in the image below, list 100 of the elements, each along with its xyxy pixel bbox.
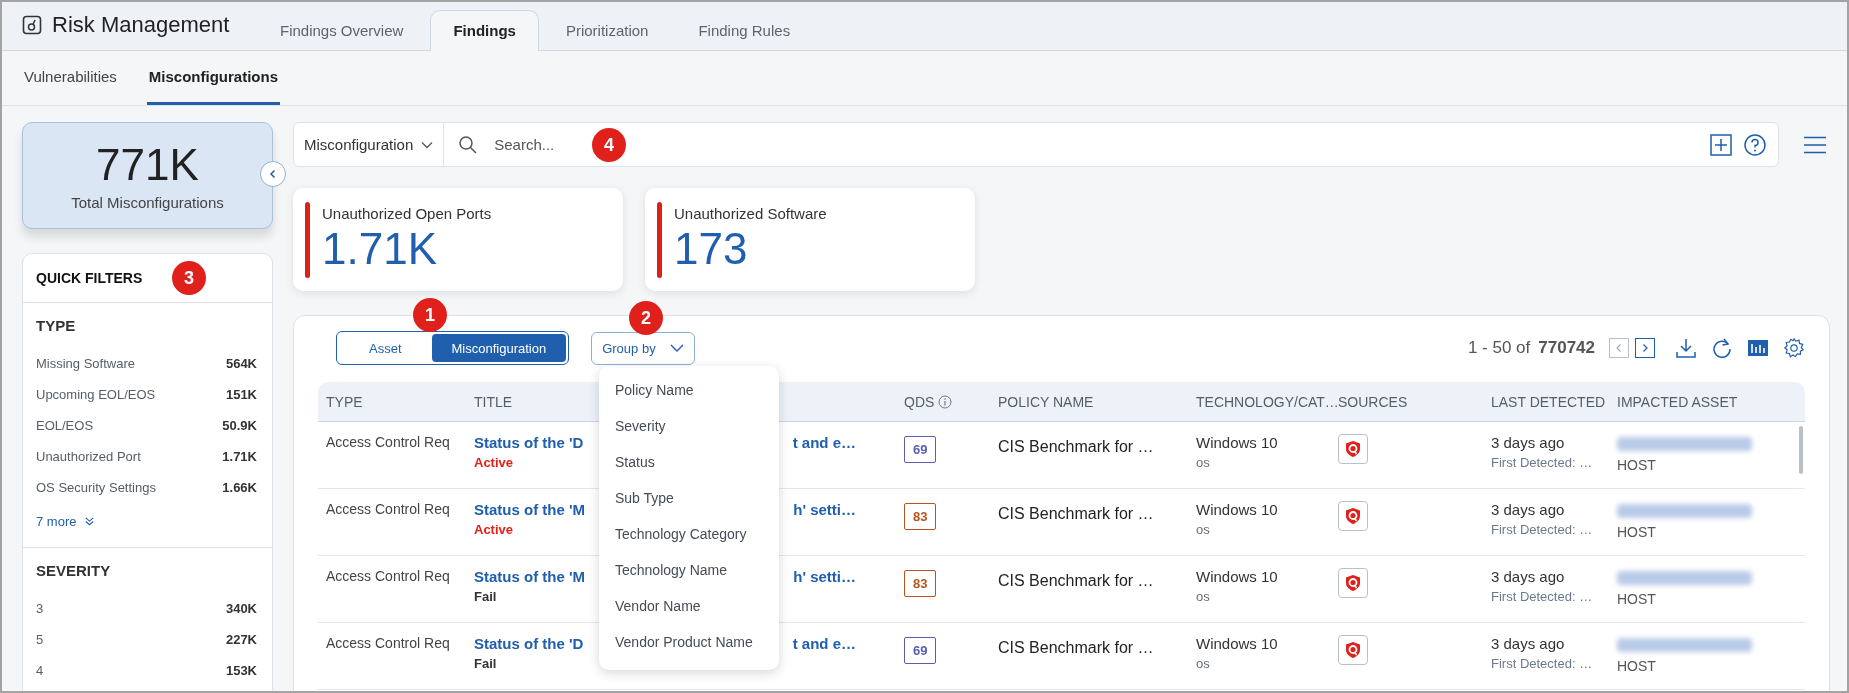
source-badge (1338, 635, 1368, 665)
qds-badge: 83 (904, 503, 937, 530)
filter-count: 1.71K (222, 449, 257, 464)
column-header[interactable]: POLICY NAME (998, 393, 1094, 410)
table-cell-text: Access Control Req (326, 434, 451, 450)
next-page-button[interactable] (1635, 338, 1655, 358)
scrollbar[interactable] (1799, 426, 1803, 474)
filter-count: 564K (225, 356, 257, 371)
technology-name: Windows 10 (1196, 434, 1279, 451)
nav-tab[interactable]: Finding Rules (675, 10, 814, 51)
filter-count: 340K (225, 601, 257, 616)
nav-tab[interactable]: Findings (430, 10, 539, 51)
first-detected: First Detected: … (1491, 522, 1594, 537)
finding-title-link[interactable]: t and e… (792, 434, 856, 451)
menu-item[interactable]: Severity (599, 408, 779, 444)
nav-tab[interactable]: Findings Overview (257, 10, 427, 51)
finding-title-link[interactable]: h' setti… (793, 501, 856, 518)
filter-label[interactable]: 4 (36, 663, 44, 678)
filter-count: 50.9K (222, 418, 257, 433)
filter-label[interactable]: 3 (36, 601, 44, 616)
stat-card[interactable]: Unauthorized Software 173 (645, 188, 975, 291)
scope-dropdown[interactable]: Misconfiguration (294, 123, 445, 166)
column-header[interactable]: TECHNOLOGY/CAT… (1196, 393, 1339, 410)
app-title: Risk Management (52, 12, 230, 38)
panel-title: QUICK FILTERS (36, 270, 143, 286)
menu-item[interactable]: Status (599, 444, 779, 480)
asset-type: HOST (1617, 524, 1657, 540)
bar-chart-icon[interactable] (1747, 337, 1769, 359)
menu-icon[interactable] (1803, 135, 1827, 154)
section-title: SEVERITY (36, 562, 112, 579)
column-header[interactable]: LAST DETECTED (1491, 393, 1606, 410)
menu-item[interactable]: Sub Type (599, 480, 779, 516)
download-icon[interactable] (1675, 337, 1697, 359)
first-detected: First Detected: … (1491, 656, 1594, 671)
finding-title-link[interactable]: Status of the 'M (474, 568, 586, 585)
filter-label[interactable]: 5 (36, 632, 44, 647)
double-chevron-icon (84, 515, 96, 527)
search-icon (458, 134, 479, 155)
nav-tab[interactable]: Prioritization (542, 10, 672, 51)
chevron-left-icon (1614, 343, 1624, 353)
sub-tab[interactable]: Misconfigurations (146, 51, 280, 105)
source-badge (1338, 568, 1368, 598)
column-header[interactable]: TITLE (474, 393, 513, 410)
filter-label[interactable]: Missing Software (36, 356, 135, 371)
column-header[interactable]: SOURCES (1338, 393, 1408, 410)
status-label: Fail (474, 589, 497, 604)
refresh-icon[interactable] (1711, 337, 1733, 359)
column-header[interactable]: TYPE (326, 393, 363, 410)
finding-title-link[interactable]: h' setti… (793, 568, 856, 585)
add-icon[interactable] (1710, 133, 1732, 156)
finding-title-link[interactable]: Status of the 'D (474, 434, 584, 451)
filter-label[interactable]: Upcoming EOL/EOS (36, 387, 156, 402)
step-marker: 2 (629, 301, 663, 335)
settings-icon[interactable] (1783, 337, 1805, 359)
pagination-text: 1 - 50 of (1467, 338, 1531, 358)
finding-title-link[interactable]: t and e… (792, 635, 856, 652)
qds-badge: 69 (904, 637, 937, 664)
status-label: Active (474, 522, 514, 537)
qds-badge: 69 (904, 436, 937, 463)
filter-label[interactable]: Unauthorized Port (36, 449, 141, 464)
asset-type: HOST (1617, 591, 1657, 607)
last-detected: 3 days ago (1491, 635, 1566, 652)
finding-title-link[interactable]: Status of the 'M (474, 501, 586, 518)
last-detected: 3 days ago (1491, 434, 1566, 451)
chevron-down-icon (421, 140, 434, 149)
technology-category: os (1196, 589, 1211, 604)
asset-type: HOST (1617, 457, 1657, 473)
source-badge (1338, 434, 1368, 464)
view-toggle-button[interactable]: Misconfiguration (431, 334, 567, 362)
total-value: 771K (96, 140, 199, 190)
sub-tab[interactable]: Vulnerabilities (22, 51, 119, 105)
technology-name: Windows 10 (1196, 501, 1279, 518)
menu-item[interactable]: Vendor Product Name (599, 624, 779, 660)
column-header[interactable]: IMPACTED ASSET (1617, 393, 1738, 410)
chevron-right-icon (1640, 343, 1650, 353)
group-by-dropdown[interactable]: Group by (591, 331, 695, 365)
filter-label[interactable]: EOL/EOS (36, 418, 94, 433)
technology-name: Windows 10 (1196, 635, 1279, 652)
column-header[interactable]: QDS (904, 393, 935, 410)
menu-item[interactable]: Policy Name (599, 372, 779, 408)
finding-title-link[interactable]: Status of the 'D (474, 635, 584, 652)
more-link[interactable]: 7 more (36, 513, 77, 529)
menu-item[interactable]: Vendor Name (599, 588, 779, 624)
filter-count: 227K (225, 632, 257, 647)
total-label: Total Misconfigurations (71, 194, 224, 211)
chevron-down-icon (669, 344, 684, 352)
table-cell-text: Access Control Req (326, 568, 451, 584)
stat-label: Unauthorized Open Ports (322, 205, 492, 222)
help-icon[interactable] (1744, 133, 1766, 156)
menu-item[interactable]: Technology Category (599, 516, 779, 552)
stat-card[interactable]: Unauthorized Open Ports 1.71K (293, 188, 623, 291)
last-detected: 3 days ago (1491, 501, 1566, 518)
source-badge (1338, 501, 1368, 531)
table-cell-text: Access Control Req (326, 501, 451, 517)
status-label: Fail (474, 656, 497, 671)
menu-item[interactable]: Technology Name (599, 552, 779, 588)
filter-count: 151K (225, 387, 257, 402)
table-cell-text: Access Control Req (326, 635, 451, 651)
filter-label[interactable]: OS Security Settings (36, 480, 156, 495)
policy-name: CIS Benchmark for … (998, 438, 1155, 456)
